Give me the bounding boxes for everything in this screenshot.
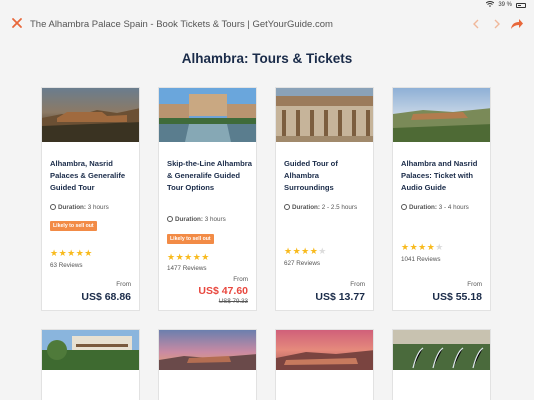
review-count: 627 Reviews [284, 260, 321, 267]
from-label: From [233, 276, 248, 283]
back-arrow-icon[interactable] [470, 17, 482, 29]
review-count: 63 Reviews [50, 262, 83, 269]
tour-image-red-sky-alhambra [276, 330, 373, 370]
tour-duration: Duration: 3 hours [167, 215, 253, 225]
status-bar: 39 % [0, 0, 534, 10]
tour-duration: Duration: 2 - 2.5 hours [284, 203, 370, 213]
tour-price: US$ 13.77 [315, 291, 365, 303]
sell-out-badge: Likely to sell out [50, 221, 97, 231]
tour-price: US$ 68.86 [81, 291, 131, 303]
star-rating: ★★★★★ [284, 246, 327, 256]
from-label: From [467, 281, 482, 288]
tour-name[interactable]: Skip-the-Line Alhambra & Generalife Guid… [167, 158, 253, 194]
close-icon[interactable] [10, 16, 24, 30]
tour-card[interactable] [41, 329, 140, 400]
tour-card[interactable] [275, 329, 374, 400]
tour-card[interactable] [158, 329, 257, 400]
tour-image-palace-courtyard [276, 88, 373, 142]
tour-image-garden-fountains [393, 330, 490, 370]
star-rating: ★★★★★ [401, 242, 444, 252]
tour-image-alhambra-hill [42, 88, 139, 142]
original-price: US$ 79.33 [218, 298, 248, 305]
clock-icon [401, 204, 407, 210]
tour-image-court-of-myrtles [159, 88, 256, 142]
sell-out-badge: Likely to sell out [167, 234, 214, 244]
star-rating: ★★★★★ [167, 252, 210, 262]
page-title: Alhambra: Tours & Tickets [181, 51, 353, 66]
forward-arrow-icon[interactable] [491, 17, 503, 29]
review-count: 1477 Reviews [167, 265, 207, 272]
tour-image-generalife-gardens [42, 330, 139, 370]
tour-name[interactable]: Guided Tour of Alhambra Surroundings [284, 158, 370, 194]
battery-percent: 39 % [498, 2, 512, 8]
tour-card[interactable]: Alhambra, Nasrid Palaces & Generalife Gu… [41, 87, 140, 311]
tour-price: US$ 55.18 [432, 291, 482, 303]
tour-image-sunset-alhambra [159, 330, 256, 370]
tour-duration: Duration: 3 - 4 hours [401, 203, 487, 213]
tour-card[interactable]: Skip-the-Line Alhambra & Generalife Guid… [158, 87, 257, 311]
tour-name[interactable]: Alhambra, Nasrid Palaces & Generalife Gu… [50, 158, 136, 194]
tour-card[interactable]: Guided Tour of Alhambra Surroundings Dur… [275, 87, 374, 311]
clock-icon [50, 204, 56, 210]
share-icon[interactable] [510, 17, 524, 29]
tour-card[interactable] [392, 329, 491, 400]
battery-icon [516, 2, 526, 8]
from-label: From [350, 281, 365, 288]
clock-icon [167, 216, 173, 222]
browser-toolbar: The Alhambra Palace Spain - Book Tickets… [0, 10, 534, 42]
tour-name[interactable]: Alhambra and Nasrid Palaces: Ticket with… [401, 158, 487, 194]
tour-image-alhambra-view [393, 88, 490, 142]
star-rating: ★★★★★ [50, 248, 93, 258]
tour-price: US$ 47.60 [198, 285, 248, 297]
wifi-icon [486, 1, 495, 9]
clock-icon [284, 204, 290, 210]
from-label: From [116, 281, 131, 288]
tour-duration: Duration: 3 hours [50, 203, 136, 213]
tour-card[interactable]: Alhambra and Nasrid Palaces: Ticket with… [392, 87, 491, 311]
review-count: 1041 Reviews [401, 256, 441, 263]
page-url-title: The Alhambra Palace Spain - Book Tickets… [30, 19, 333, 30]
